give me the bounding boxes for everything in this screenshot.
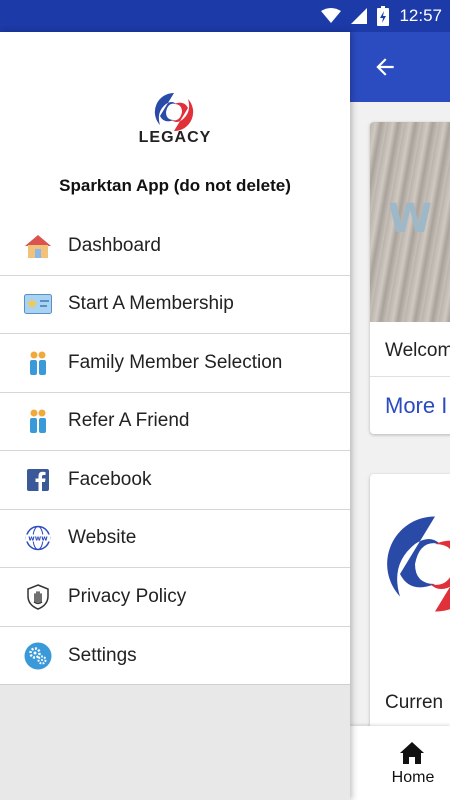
gears-icon [24, 642, 52, 670]
menu-item-facebook[interactable]: Facebook [0, 451, 350, 510]
card-title: Welcom [385, 340, 450, 361]
card-title: Curren [385, 692, 444, 713]
arrow-left-icon[interactable] [372, 54, 398, 80]
house-icon [24, 232, 52, 260]
legacy-logo-icon [154, 92, 194, 132]
brand-name: LEGACY [138, 129, 212, 146]
membership-card-icon [24, 290, 52, 318]
shield-hand-icon [24, 583, 52, 611]
menu-item-family-member-selection[interactable]: Family Member Selection [0, 334, 350, 393]
menu-item-label: Settings [68, 644, 137, 666]
welcome-card[interactable]: W Welcom More I [370, 122, 450, 434]
card-image-text: W [388, 196, 432, 242]
status-bar: 12:57 [0, 0, 450, 32]
menu-item-label: Website [68, 527, 137, 549]
www-globe-icon: www [24, 524, 52, 552]
menu-item-start-membership[interactable]: Start A Membership [0, 276, 350, 334]
battery-charging-icon [377, 6, 390, 26]
card-divider [370, 376, 450, 377]
drawer-divider [0, 684, 350, 685]
menu-item-label: Privacy Policy [68, 585, 187, 607]
signal-icon [351, 8, 368, 24]
status-time: 12:57 [399, 6, 442, 25]
people-icon [24, 349, 52, 377]
app-name: Sparktan App (do not delete) [59, 176, 291, 195]
menu-item-refer-friend[interactable]: Refer A Friend [0, 393, 350, 451]
menu-item-label: Start A Membership [68, 293, 234, 315]
facebook-icon [24, 466, 52, 494]
svg-text:www: www [28, 535, 48, 543]
menu-item-label: Dashboard [68, 234, 161, 256]
wifi-icon [321, 8, 342, 23]
drawer-panel: LEGACY Sparktan App (do not delete) Dash… [0, 32, 350, 685]
home-tab-label[interactable]: Home [350, 769, 450, 787]
menu-item-website[interactable]: www Website [0, 510, 350, 568]
people-icon [24, 407, 52, 435]
drawer-menu: Dashboard Start A Membership Family Memb… [0, 217, 350, 685]
menu-item-dashboard[interactable]: Dashboard [0, 217, 350, 276]
current-card[interactable]: Curren [370, 474, 450, 744]
menu-item-label: Facebook [68, 468, 152, 490]
navigation-drawer: LEGACY Sparktan App (do not delete) Dash… [0, 32, 350, 800]
home-icon[interactable] [398, 740, 426, 766]
more-info-link[interactable]: More I [385, 393, 447, 419]
menu-item-label: Refer A Friend [68, 410, 190, 432]
legacy-logo-icon [387, 516, 450, 612]
menu-item-settings[interactable]: Settings [0, 627, 350, 686]
menu-item-label: Family Member Selection [68, 351, 283, 373]
status-icons: 12:57 [321, 0, 442, 32]
menu-item-privacy-policy[interactable]: Privacy Policy [0, 568, 350, 627]
